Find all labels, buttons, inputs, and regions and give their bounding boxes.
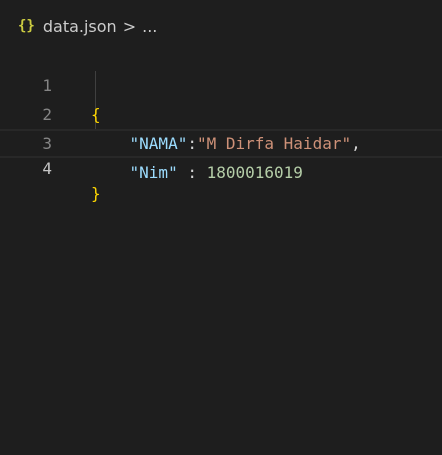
breadcrumb-file[interactable]: data.json [43, 17, 117, 36]
colon: : [177, 163, 207, 182]
json-key: "Nim" [129, 163, 178, 182]
code-line[interactable]: 3 "Nim" : 1800016019 [0, 100, 442, 182]
code-line[interactable]: 1 { [0, 42, 442, 124]
json-file-icon: {} [18, 18, 35, 34]
json-number-value: 1800016019 [206, 163, 303, 182]
line-number: 4 [42, 159, 52, 178]
breadcrumb-more[interactable]: ... [142, 17, 157, 36]
code-area[interactable]: 1 { 2 "NAMA":"M Dirfa Haidar", 3 "Nim" :… [0, 42, 442, 203]
code-line[interactable]: 2 "NAMA":"M Dirfa Haidar", [0, 71, 442, 153]
code-editor[interactable]: {} data.json > ... 1 { 2 "NAMA":"M Dirfa… [0, 0, 442, 455]
close-brace: } [91, 184, 101, 203]
chevron-right-icon: > [122, 16, 137, 36]
code-line-current[interactable]: 4 } [0, 129, 442, 203]
